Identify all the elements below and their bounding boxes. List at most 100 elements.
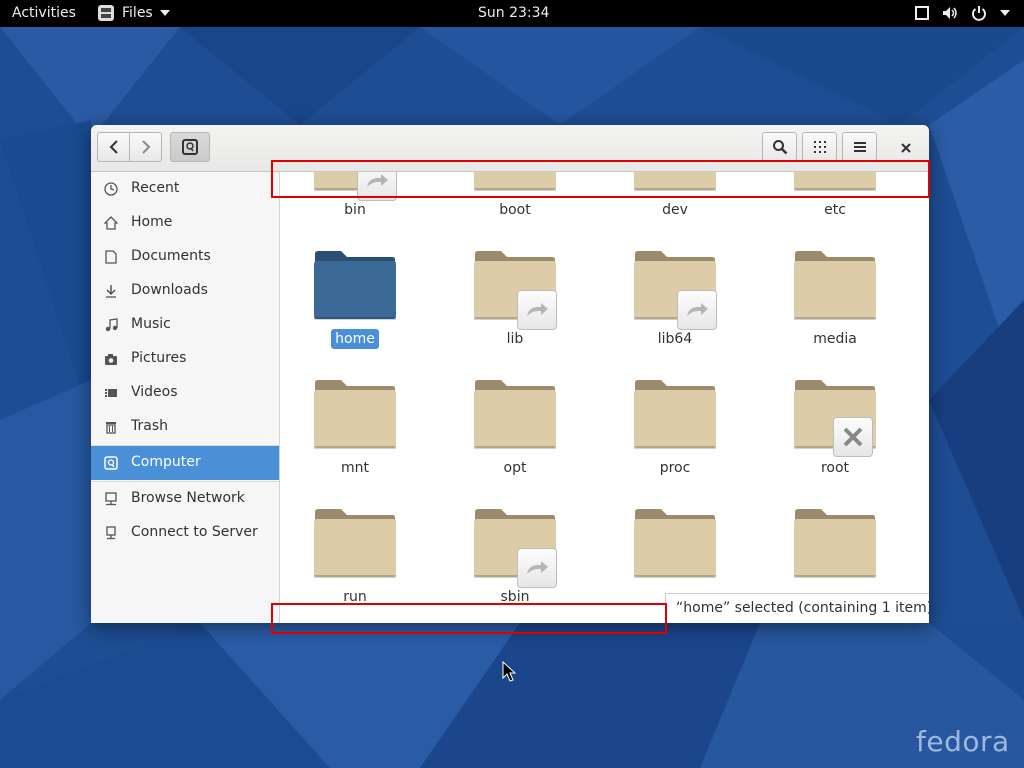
power-icon (972, 6, 986, 21)
clock-icon (104, 182, 118, 196)
fedora-logo: fedora (916, 725, 1010, 758)
file-item[interactable]: home (291, 250, 411, 375)
file-item[interactable]: lib64 (611, 250, 731, 375)
file-name-text: dev (662, 202, 688, 218)
sidebar-item-label: Downloads (131, 282, 208, 298)
folder-icon (474, 380, 556, 449)
search-icon (772, 140, 787, 155)
sidebar-item-label: Connect to Server (131, 524, 258, 540)
sidebar-item-downloads[interactable]: Downloads (91, 274, 279, 308)
system-status-area[interactable] (915, 5, 1010, 21)
chevron-right-icon (141, 140, 150, 154)
back-button[interactable] (97, 132, 130, 162)
forward-button[interactable] (129, 132, 162, 162)
sidebar-item-label: Videos (131, 384, 178, 400)
window-icon (915, 6, 929, 20)
chevron-left-icon (109, 140, 118, 154)
sidebar-item-recent[interactable]: Recent (91, 172, 279, 206)
places-sidebar: Recent Home Documents Downloads Music Pi… (91, 172, 280, 623)
annotation-box-top (271, 160, 930, 198)
file-name-text: boot (499, 202, 531, 218)
file-item[interactable]: proc (611, 379, 731, 504)
file-item[interactable]: root (771, 379, 891, 504)
file-name-text: lib (506, 331, 524, 347)
top-bar: Activities Files Sun 23:34 (0, 0, 1024, 27)
file-item[interactable]: mnt (291, 379, 411, 504)
sidebar-item-documents[interactable]: Documents (91, 240, 279, 274)
clock[interactable]: Sun 23:34 (478, 5, 549, 21)
dropdown-icon (1000, 10, 1010, 16)
grid-view-icon (813, 141, 826, 153)
app-menu-button[interactable]: Files (97, 4, 170, 22)
camera-icon (105, 354, 117, 365)
home-icon (104, 216, 118, 230)
video-icon (105, 389, 117, 397)
file-name-label: lib64 (611, 331, 739, 347)
file-name-text: root (820, 460, 850, 476)
selection-status-bar: “home” selected (containing 1 item) (665, 593, 929, 623)
music-icon (105, 318, 118, 332)
file-name-text: opt (503, 460, 527, 476)
app-menu-label: Files (122, 5, 153, 21)
folder-icon (314, 251, 396, 320)
file-name-label: root (771, 460, 899, 476)
volume-icon (943, 7, 957, 19)
symlink-emblem-icon (517, 290, 557, 330)
computer-drive-icon (104, 456, 118, 470)
sidebar-item-browse-network[interactable]: Browse Network (91, 482, 279, 516)
sidebar-item-connect-to-server[interactable]: Connect to Server (91, 516, 279, 550)
sidebar-item-label: Trash (131, 418, 168, 434)
folder-icon (314, 509, 396, 578)
symlink-emblem-icon (517, 548, 557, 588)
folder-icon (794, 509, 876, 578)
folder-icon (634, 380, 716, 449)
trash-icon (106, 422, 116, 434)
file-name-text: mnt (341, 460, 369, 476)
activities-button[interactable]: Activities (12, 5, 76, 21)
search-button[interactable] (762, 132, 797, 162)
file-name-text: etc (824, 202, 846, 218)
sidebar-item-label: Home (131, 214, 173, 230)
files-window: Recent Home Documents Downloads Music Pi… (91, 125, 929, 623)
sidebar-item-label: Documents (131, 248, 211, 264)
file-name-label: home (291, 329, 419, 349)
sidebar-item-music[interactable]: Music (91, 308, 279, 342)
file-name-text: lib64 (657, 331, 693, 347)
menu-button[interactable] (842, 132, 877, 162)
file-name-label: proc (611, 460, 739, 476)
file-name-text: media (813, 331, 857, 347)
document-icon (105, 250, 117, 264)
folder-icon (314, 380, 396, 449)
computer-drive-icon (182, 139, 198, 155)
file-name-label: media (771, 331, 899, 347)
file-name-label: dev (611, 202, 739, 218)
sidebar-item-trash[interactable]: Trash (91, 410, 279, 444)
file-name-label: mnt (291, 460, 419, 476)
file-item[interactable]: media (771, 250, 891, 375)
file-name-label: boot (451, 202, 579, 218)
sidebar-item-computer[interactable]: Computer (91, 446, 279, 480)
file-item[interactable]: opt (451, 379, 571, 504)
file-grid-view[interactable]: bin boot dev etc home lib lib64 media mnt opt proc… (280, 172, 929, 623)
server-icon (106, 526, 116, 540)
chevron-down-icon (159, 10, 170, 16)
file-item[interactable]: lib (451, 250, 571, 375)
file-name-label: etc (771, 202, 899, 218)
folder-icon (634, 509, 716, 578)
sidebar-item-videos[interactable]: Videos (91, 376, 279, 410)
mouse-cursor-icon (502, 661, 516, 682)
close-icon[interactable] (897, 139, 915, 157)
network-icon (105, 492, 117, 506)
file-name-label: lib (451, 331, 579, 347)
navigation-buttons (97, 132, 162, 162)
view-mode-button[interactable] (802, 132, 837, 162)
sidebar-item-label: Music (131, 316, 171, 332)
sidebar-item-home[interactable]: Home (91, 206, 279, 240)
sidebar-item-pictures[interactable]: Pictures (91, 342, 279, 376)
sidebar-item-label: Computer (131, 454, 201, 470)
file-name-text: home (331, 329, 379, 349)
download-icon (106, 285, 116, 298)
file-name-text: proc (659, 460, 691, 476)
location-computer-button[interactable] (170, 132, 210, 162)
annotation-box-bottom (271, 603, 667, 634)
